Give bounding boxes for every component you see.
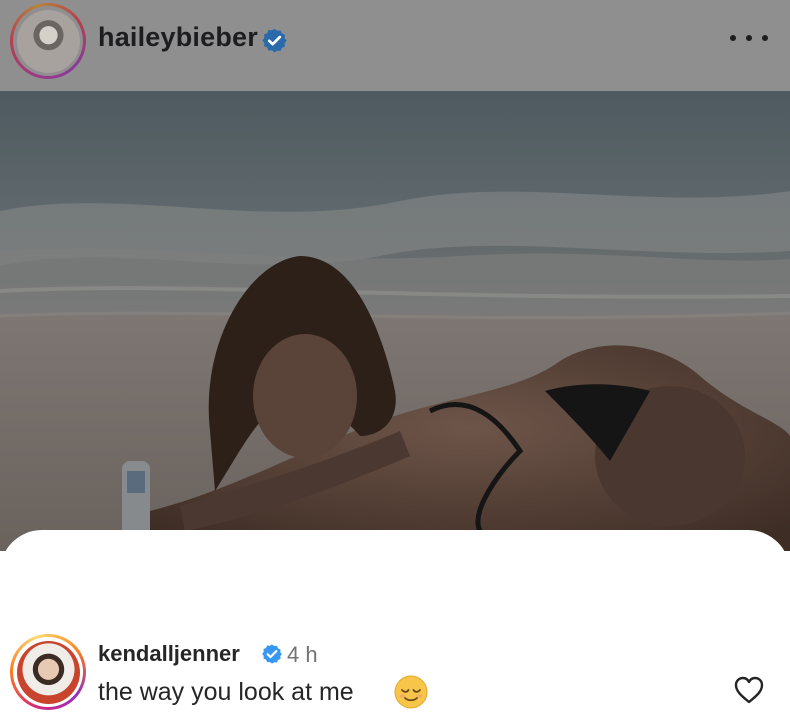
author-avatar-ring[interactable] bbox=[10, 3, 86, 79]
comment-text: the way you look at me bbox=[98, 678, 354, 706]
commenter-avatar[interactable] bbox=[16, 640, 80, 704]
comment-avatar-ring[interactable] bbox=[10, 634, 86, 710]
comment-timestamp: 4 h bbox=[287, 642, 318, 667]
post-header: haileybieber bbox=[0, 0, 790, 91]
more-options-icon[interactable] bbox=[730, 28, 768, 48]
heart-outline-icon[interactable] bbox=[733, 675, 765, 705]
post-author-username[interactable]: haileybieber bbox=[98, 22, 258, 53]
comment-verified-badge-icon bbox=[262, 644, 282, 664]
verified-badge-icon bbox=[262, 28, 287, 53]
avatar[interactable] bbox=[16, 9, 80, 73]
relieved-face-emoji-icon bbox=[394, 675, 428, 709]
comment-author-username[interactable]: kendalljenner bbox=[98, 641, 240, 667]
post-photo[interactable] bbox=[0, 91, 790, 551]
beach-photo-illustration bbox=[0, 91, 790, 551]
